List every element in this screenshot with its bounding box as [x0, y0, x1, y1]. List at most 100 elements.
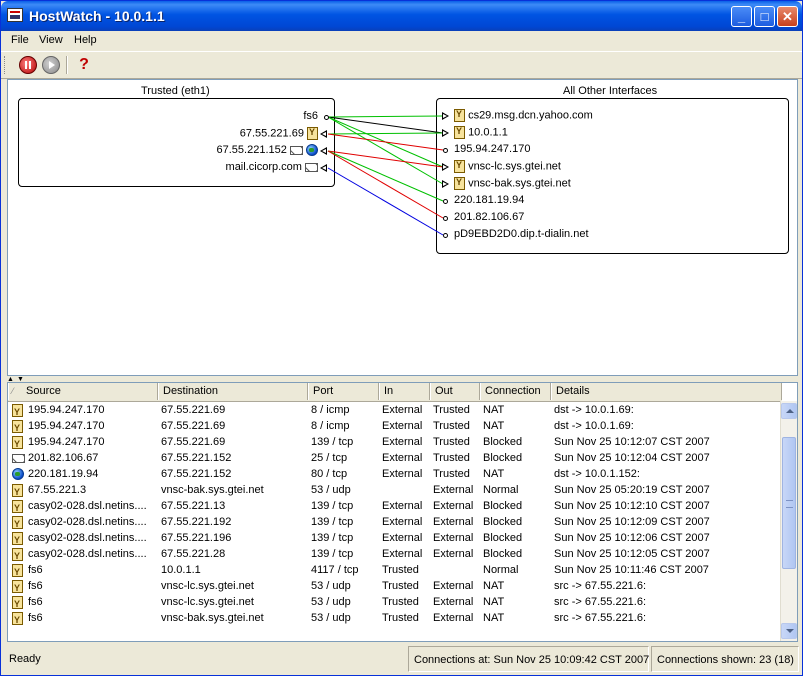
trusted-host[interactable]: 67.55.221.152: [216, 144, 318, 157]
table-row[interactable]: 195.94.247.170 67.55.221.69 8 / icmp Extern…: [8, 418, 782, 434]
scroll-down-button[interactable]: [781, 623, 797, 639]
table-row[interactable]: fs6 vnsc-bak.sys.gtei.net 53 / udp Trusted E…: [8, 610, 782, 626]
cell-out: Trusted: [433, 436, 470, 448]
cell-port: 139 / tcp: [311, 532, 354, 544]
other-host[interactable]: pD9EBD2D0.dip.t-dialin.net: [454, 228, 589, 240]
other-host[interactable]: 220.181.19.94: [454, 194, 524, 206]
app-icon[interactable]: [7, 8, 23, 22]
column-connection[interactable]: Connection: [480, 383, 551, 400]
title-bar[interactable]: HostWatch - 10.0.1.1 _ □ ✕: [1, 1, 802, 31]
cell-details: dst -> 10.0.1.69:: [554, 404, 634, 416]
yellow-host-icon: [12, 579, 23, 594]
table-row[interactable]: casy02-028.dsl.netins.... 67.55.221.28 139…: [8, 546, 782, 562]
close-button[interactable]: ✕: [777, 6, 798, 27]
window-title: HostWatch - 10.0.1.1: [29, 8, 165, 24]
cell-destination: 67.55.221.152: [161, 468, 232, 480]
other-host[interactable]: vnsc-lc.sys.gtei.net: [454, 160, 561, 173]
yellow-host-icon: [12, 499, 23, 514]
table-row[interactable]: 220.181.19.94 67.55.221.152 80 / tcp Extern…: [8, 466, 782, 482]
cell-destination: vnsc-lc.sys.gtei.net: [161, 596, 254, 608]
connection-line: [327, 116, 444, 185]
trusted-host[interactable]: mail.cicorp.com: [226, 161, 318, 173]
yellow-host-icon: [454, 126, 465, 139]
table-header: ⁄ Source Destination Port In Out Connecti…: [8, 383, 782, 402]
cell-connection: NAT: [483, 580, 505, 592]
yellow-host-icon: [454, 109, 465, 122]
other-host[interactable]: 10.0.1.1: [454, 126, 508, 139]
host-name: pD9EBD2D0.dip.t-dialin.net: [454, 228, 589, 240]
other-host[interactable]: 201.82.106.67: [454, 211, 524, 223]
cell-connection: NAT: [483, 420, 505, 432]
connection-line: [327, 167, 444, 236]
cell-source: fs6: [28, 564, 43, 576]
cell-destination: 67.55.221.69: [161, 436, 226, 448]
cell-destination: 67.55.221.152: [161, 452, 232, 464]
host-name: fs6: [303, 110, 318, 122]
yellow-host-icon: [12, 515, 23, 530]
toolbar-grip[interactable]: [4, 56, 8, 74]
table-row[interactable]: casy02-028.dsl.netins.... 67.55.221.196 13…: [8, 530, 782, 546]
minimize-button[interactable]: _: [731, 6, 752, 27]
trusted-host[interactable]: fs6: [303, 110, 318, 122]
menu-file[interactable]: File: [11, 34, 29, 46]
cell-out: External: [433, 484, 474, 496]
other-host[interactable]: cs29.msg.dcn.yahoo.com: [454, 109, 593, 122]
cell-connection: Blocked: [483, 436, 523, 448]
toolbar-separator: [66, 56, 68, 74]
cell-in: External: [382, 420, 423, 432]
cell-source: 220.181.19.94: [28, 468, 99, 480]
cell-in: Trusted: [382, 580, 419, 592]
table-row[interactable]: fs6 vnsc-lc.sys.gtei.net 53 / udp Trusted Ex…: [8, 594, 782, 610]
table-row[interactable]: fs6 vnsc-lc.sys.gtei.net 53 / udp Trusted Ex…: [8, 578, 782, 594]
toolbar: ?: [1, 51, 802, 79]
cell-out: Trusted: [433, 468, 470, 480]
connector-arrow-icon: [320, 130, 327, 138]
column-details[interactable]: Details: [551, 383, 782, 400]
other-host[interactable]: vnsc-bak.sys.gtei.net: [454, 177, 571, 190]
table-row[interactable]: casy02-028.dsl.netins.... 67.55.221.192 13…: [8, 514, 782, 530]
column-in[interactable]: In: [379, 383, 430, 400]
menu-help[interactable]: Help: [74, 34, 97, 46]
table-row[interactable]: 201.82.106.67 67.55.221.152 25 / tcp Extern…: [8, 450, 782, 466]
column-source[interactable]: ⁄ Source: [8, 383, 158, 400]
cell-connection: NAT: [483, 468, 505, 480]
cell-connection: Blocked: [483, 516, 523, 528]
help-icon[interactable]: ?: [75, 56, 93, 74]
globe-icon: [306, 144, 318, 157]
table-row[interactable]: fs6 10.0.1.1 4117 / tcp Trusted Normal Sun No…: [8, 562, 782, 578]
cell-out: [433, 562, 480, 578]
other-host[interactable]: 195.94.247.170: [454, 143, 530, 155]
stop-icon[interactable]: [19, 56, 37, 74]
table-scrollbar[interactable]: [780, 401, 797, 641]
cell-details: Sun Nov 25 10:12:10 CST 2007: [554, 500, 710, 512]
scroll-up-button[interactable]: [781, 403, 797, 419]
play-icon[interactable]: [42, 56, 60, 74]
column-port[interactable]: Port: [308, 383, 379, 400]
host-name: 67.55.221.152: [216, 144, 287, 156]
connector-dot-icon: [443, 199, 448, 204]
column-out[interactable]: Out: [430, 383, 480, 400]
trusted-host[interactable]: 67.55.221.69: [240, 127, 318, 140]
menu-view[interactable]: View: [39, 34, 63, 46]
column-destination[interactable]: Destination: [158, 383, 308, 400]
status-bar: Ready Connections at: Sun Nov 25 10:09:4…: [1, 645, 802, 675]
cell-details: Sun Nov 25 10:12:04 CST 2007: [554, 452, 710, 464]
cell-destination: vnsc-lc.sys.gtei.net: [161, 580, 254, 592]
cell-port: 8 / icmp: [311, 420, 350, 432]
cell-in: External: [382, 516, 423, 528]
yellow-host-icon: [12, 611, 23, 626]
scroll-thumb[interactable]: [782, 437, 796, 569]
maximize-button[interactable]: □: [754, 6, 775, 27]
table-row[interactable]: 195.94.247.170 67.55.221.69 8 / icmp Extern…: [8, 402, 782, 418]
table-row[interactable]: casy02-028.dsl.netins.... 67.55.221.13 139…: [8, 498, 782, 514]
table-row[interactable]: 67.55.221.3 vnsc-bak.sys.gtei.net 53 / udp…: [8, 482, 782, 498]
table-row[interactable]: 195.94.247.170 67.55.221.69 139 / tcp Exter…: [8, 434, 782, 450]
connector-arrow-icon: [320, 164, 327, 172]
cell-out: Trusted: [433, 452, 470, 464]
cell-destination: vnsc-bak.sys.gtei.net: [161, 612, 264, 624]
cell-port: 53 / udp: [311, 484, 351, 496]
cell-source: casy02-028.dsl.netins....: [28, 500, 147, 512]
connection-line: [327, 150, 444, 219]
cell-details: Sun Nov 25 10:11:46 CST 2007: [554, 564, 709, 576]
cell-details: src -> 67.55.221.6:: [554, 580, 647, 592]
